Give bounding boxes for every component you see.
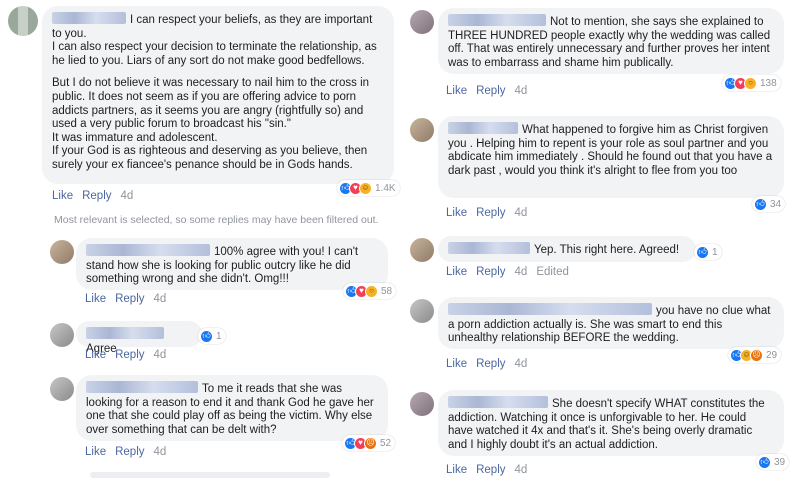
timestamp: 4d [514, 85, 528, 97]
reaction-count: 1.4K [375, 182, 396, 194]
like-link[interactable]: Like [446, 358, 467, 370]
avatar[interactable] [410, 118, 434, 142]
like-link[interactable]: Like [446, 85, 467, 97]
comment-actions: Like Reply 4d [446, 85, 536, 97]
comment-text: But I do not believe it was necessary to… [52, 77, 370, 171]
wow-reaction-icon: ○ [744, 76, 757, 90]
avatar[interactable] [410, 299, 434, 323]
angry-reaction-icon: ☹ [750, 348, 763, 362]
reaction-count: 1 [712, 246, 718, 258]
like-reaction-icon: 👍︎ [754, 197, 767, 211]
comment-bubble: To me it reads that she was looking for … [76, 375, 388, 441]
timestamp: 4d [153, 446, 167, 458]
comment-bubble: Not to mention, she says she explained t… [438, 8, 784, 74]
comment-actions: Like Reply 4d [446, 464, 536, 476]
avatar[interactable] [410, 238, 434, 262]
reaction-summary[interactable]: 👍︎ ♥ ☹ 52 [342, 435, 396, 451]
like-link[interactable]: Like [52, 190, 73, 202]
comment-actions: Like Reply 4d [446, 358, 536, 370]
wow-reaction-icon: ○ [365, 284, 378, 298]
reaction-count: 29 [766, 349, 778, 361]
reaction-summary[interactable]: 👍︎ 1 [198, 328, 226, 344]
next-comment-stub [90, 472, 330, 478]
haha-reaction-icon: ☺ [359, 181, 372, 195]
commenter-name[interactable] [86, 381, 198, 393]
reply-link[interactable]: Reply [476, 358, 505, 370]
comment-actions: Like Reply 4d [52, 190, 142, 202]
reaction-summary[interactable]: 👍︎ 34 [752, 196, 786, 212]
commenter-name[interactable] [52, 12, 126, 24]
reply-link[interactable]: Reply [476, 85, 505, 97]
like-link[interactable]: Like [446, 464, 467, 476]
comment-actions: Like Reply 4d [85, 293, 175, 305]
reaction-summary[interactable]: 👍︎ ♥ ○ 58 [343, 283, 397, 299]
like-link[interactable]: Like [85, 293, 106, 305]
reply-link[interactable]: Reply [476, 207, 505, 219]
reaction-summary[interactable]: 👍︎ ♥ ○ 138 [722, 75, 781, 91]
reaction-count: 52 [380, 437, 392, 449]
timestamp: 4d [153, 293, 167, 305]
commenter-name[interactable] [86, 244, 210, 256]
comment-bubble: you have no clue what a porn addiction a… [438, 297, 784, 349]
reply-link[interactable]: Reply [476, 464, 505, 476]
commenter-name[interactable] [448, 303, 652, 315]
reply-link[interactable]: Reply [82, 190, 111, 202]
commenter-name[interactable] [448, 14, 546, 26]
avatar[interactable] [50, 377, 74, 401]
angry-reaction-icon: ☹ [364, 436, 377, 450]
avatar[interactable] [50, 323, 74, 347]
like-link[interactable]: Like [85, 349, 106, 361]
commenter-name[interactable] [448, 242, 530, 254]
commenter-name[interactable] [86, 327, 164, 339]
reply-link[interactable]: Reply [115, 293, 144, 305]
comment-bubble: 100% agree with you! I can't stand how s… [76, 238, 388, 290]
reaction-count: 39 [774, 456, 786, 468]
comment-actions: Like Reply 4d [85, 446, 175, 458]
like-link[interactable]: Like [446, 266, 467, 278]
reaction-summary[interactable]: 👍︎ ☺ ☹ 29 [728, 347, 782, 363]
avatar[interactable] [50, 240, 74, 264]
commenter-name[interactable] [448, 122, 518, 134]
like-link[interactable]: Like [85, 446, 106, 458]
timestamp: 4d [514, 207, 528, 219]
avatar[interactable] [410, 392, 434, 416]
comment-bubble: Agree [76, 321, 202, 355]
comment-actions: Like Reply 4d [446, 207, 536, 219]
comment-bubble: I can respect your beliefs, as they are … [42, 6, 394, 184]
reaction-summary[interactable]: 👍︎ 39 [756, 454, 790, 470]
reaction-count: 1 [216, 330, 222, 342]
reaction-count: 138 [760, 77, 777, 89]
edited-label: Edited [536, 266, 569, 278]
reply-link[interactable]: Reply [115, 349, 144, 361]
commenter-name[interactable] [448, 396, 548, 408]
comment-bubble: She doesn't specify WHAT constitutes the… [438, 390, 784, 456]
reaction-summary[interactable]: 👍︎ ♥ ☺ 1.4K [337, 180, 400, 196]
timestamp: 4d [514, 358, 528, 370]
timestamp: 4d [514, 266, 528, 278]
timestamp: 4d [153, 349, 167, 361]
comment-bubble: What happened to forgive him as Christ f… [438, 116, 784, 198]
comment-actions: Like Reply 4d Edited [446, 266, 578, 278]
reply-link[interactable]: Reply [476, 266, 505, 278]
avatar[interactable] [8, 6, 38, 36]
comment-bubble: Yep. This right here. Agreed! [438, 236, 696, 262]
reaction-summary[interactable]: 👍︎ 1 [694, 244, 722, 260]
filter-notice: Most relevant is selected, so some repli… [54, 214, 379, 226]
like-link[interactable]: Like [446, 207, 467, 219]
like-reaction-icon: 👍︎ [200, 329, 213, 343]
timestamp: 4d [120, 190, 134, 202]
avatar[interactable] [410, 10, 434, 34]
like-reaction-icon: 👍︎ [696, 245, 709, 259]
timestamp: 4d [514, 464, 528, 476]
comment-text: Yep. This right here. Agreed! [534, 244, 680, 256]
reply-link[interactable]: Reply [115, 446, 144, 458]
like-reaction-icon: 👍︎ [758, 455, 771, 469]
comment-actions: Like Reply 4d [85, 349, 175, 361]
reaction-count: 34 [770, 198, 782, 210]
reaction-count: 58 [381, 285, 393, 297]
